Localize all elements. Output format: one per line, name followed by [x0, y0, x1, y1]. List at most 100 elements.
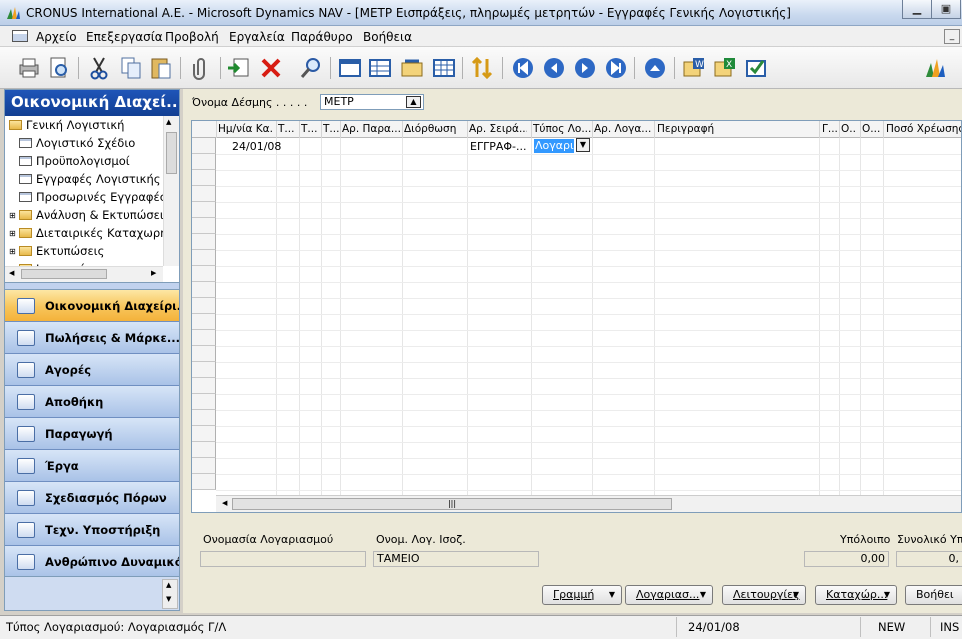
col-o1[interactable]: Ο... — [841, 123, 857, 135]
tree-item-reports[interactable]: ⊞ Εκτυπώσεις — [9, 242, 104, 260]
row-selector[interactable] — [192, 442, 216, 458]
row-selector[interactable] — [192, 378, 216, 394]
col-correction[interactable]: Διόρθωση — [404, 123, 464, 135]
col-posting-date[interactable]: Ημ/νία Κα... — [218, 123, 274, 135]
col-account-no[interactable]: Αρ. Λογα... — [594, 123, 652, 135]
print-preview-icon[interactable] — [46, 55, 72, 81]
row-selector[interactable] — [192, 314, 216, 330]
nav-button-sales-marketing[interactable]: Πωλήσεις & Μάρκε... — [5, 322, 179, 354]
row-selector[interactable] — [192, 138, 216, 154]
row-selector[interactable] — [192, 394, 216, 410]
menu-file[interactable]: Αρχείο — [36, 30, 77, 44]
scroll-up-icon[interactable]: ▲ — [166, 118, 171, 126]
nav-button-resource-planning[interactable]: Σχεδιασμός Πόρων — [5, 482, 179, 514]
row-selector[interactable] — [192, 458, 216, 474]
row-selector[interactable] — [192, 250, 216, 266]
list-icon[interactable] — [367, 55, 393, 81]
nav-button-purchases[interactable]: Αγορές — [5, 354, 179, 386]
line-menu-button[interactable]: Γραμμή ▼ — [542, 585, 622, 605]
scroll-left-icon[interactable]: ◀ — [9, 269, 14, 277]
first-icon[interactable] — [510, 55, 536, 81]
menu-tools[interactable]: Εργαλεία — [229, 30, 285, 44]
attach-icon[interactable] — [188, 55, 214, 81]
nav-button-service[interactable]: Τεχν. Υποστήριξη — [5, 514, 179, 546]
expand-icon[interactable]: ⊞ — [9, 229, 19, 238]
row-selector[interactable] — [192, 170, 216, 186]
col-document-type[interactable]: Τ... — [278, 123, 298, 135]
nav-splitter[interactable] — [5, 282, 179, 290]
find-icon[interactable] — [298, 55, 324, 81]
row-selector[interactable] — [192, 234, 216, 250]
col-document-no[interactable]: Αρ. Παρα... — [342, 123, 402, 135]
previous-icon[interactable] — [541, 55, 567, 81]
row-selector[interactable] — [192, 330, 216, 346]
batch-lookup-button[interactable]: ▲ — [406, 96, 421, 108]
tree-item-intercompany[interactable]: ⊞ Διεταιρικές Καταχωρήσεις — [9, 224, 179, 242]
nav-overflow-scroll[interactable]: ▲ ▼ — [162, 579, 178, 609]
cell-series-no[interactable]: ΕΓΓΡΑΦ-... — [470, 140, 526, 153]
table-icon[interactable] — [431, 55, 457, 81]
tree-vertical-scrollbar[interactable]: ▲ — [163, 116, 179, 266]
excel-export-icon[interactable]: X — [712, 55, 738, 81]
row-selector[interactable] — [192, 186, 216, 202]
tree-item-chart-of-accounts[interactable]: Λογιστικό Σχέδιο — [19, 134, 135, 152]
last-icon[interactable] — [603, 55, 629, 81]
row-selector[interactable] — [192, 282, 216, 298]
row-selector[interactable] — [192, 410, 216, 426]
nav-button-warehouse[interactable]: Αποθήκη — [5, 386, 179, 418]
tree-item-budgets[interactable]: Προϋπολογισμοί — [19, 152, 130, 170]
paste-icon[interactable] — [148, 55, 174, 81]
tree-item-analysis-reports[interactable]: ⊞ Ανάλυση & Εκτυπώσεις — [9, 206, 171, 224]
word-export-icon[interactable]: W — [681, 55, 707, 81]
row-selector[interactable] — [192, 218, 216, 234]
tree-item-journals[interactable]: Εγγραφές Λογιστικής — [19, 170, 160, 188]
row-selector[interactable] — [192, 362, 216, 378]
row-selector[interactable] — [192, 474, 216, 490]
row-selector[interactable] — [192, 266, 216, 282]
nav-button-manufacturing[interactable]: Παραγωγή — [5, 418, 179, 450]
scroll-left-icon[interactable]: ◀ — [222, 499, 227, 507]
tree-hscroll-thumb[interactable] — [21, 269, 107, 279]
print-icon[interactable] — [16, 55, 42, 81]
cell-posting-date[interactable]: 24/01/08 — [232, 140, 281, 153]
help-button[interactable]: Βοήθει — [905, 585, 962, 605]
row-selector[interactable] — [192, 202, 216, 218]
post-icon[interactable] — [226, 55, 252, 81]
row-selector[interactable] — [192, 298, 216, 314]
tree-item-general-ledger[interactable]: Γενική Λογιστική — [9, 116, 124, 134]
col-debit-amount[interactable]: Ποσό Χρέωσης — [886, 123, 961, 135]
row-selector[interactable] — [192, 346, 216, 362]
minimize-button[interactable]: ▁ — [902, 0, 932, 19]
nav-button-jobs[interactable]: Έργα — [5, 450, 179, 482]
menu-edit[interactable]: Επεξεργασία — [86, 30, 163, 44]
col-account-type[interactable]: Τύπος Λο... — [533, 123, 591, 135]
posting-menu-button[interactable]: Καταχώρ... ▼ — [815, 585, 897, 605]
delete-icon[interactable] — [258, 55, 284, 81]
col-series-no[interactable]: Αρ. Σειρά... — [469, 123, 527, 135]
copy-icon[interactable] — [118, 55, 144, 81]
nav-button-financial-management[interactable]: Οικονομική Διαχείρι... — [5, 290, 179, 322]
chevron-down-icon[interactable]: ▼ — [166, 595, 171, 603]
chevron-up-icon[interactable]: ▲ — [166, 581, 171, 589]
nav-button-human-resources[interactable]: Ανθρώπινο Δυναμικό — [5, 546, 179, 578]
expand-icon[interactable]: ⊞ — [9, 247, 19, 256]
card-icon[interactable] — [337, 55, 363, 81]
expand-icon[interactable]: ⊞ — [9, 211, 19, 220]
cell-account-type[interactable]: Λογαρια — [534, 139, 581, 153]
col-type-2[interactable]: Τ... — [301, 123, 321, 135]
mdi-minimize-button[interactable]: _ — [944, 29, 960, 44]
menu-view[interactable]: Προβολή — [165, 30, 219, 44]
cut-icon[interactable] — [86, 55, 112, 81]
menu-help[interactable]: Βοήθεια — [363, 30, 412, 44]
row-selector[interactable] — [192, 426, 216, 442]
maximize-button[interactable]: ▣ — [931, 0, 961, 19]
row-selector[interactable] — [192, 154, 216, 170]
functions-menu-button[interactable]: Λειτουργίες ▼ — [722, 585, 806, 605]
tree-scroll-thumb[interactable] — [166, 132, 177, 174]
tree-item-recurring-journals[interactable]: Προσωρινές Εγγραφές — [19, 188, 166, 206]
sort-icon[interactable] — [469, 55, 495, 81]
transfer-icon[interactable] — [399, 55, 425, 81]
next-icon[interactable] — [572, 55, 598, 81]
check-icon[interactable] — [743, 55, 769, 81]
col-o2[interactable]: Ο... — [862, 123, 880, 135]
